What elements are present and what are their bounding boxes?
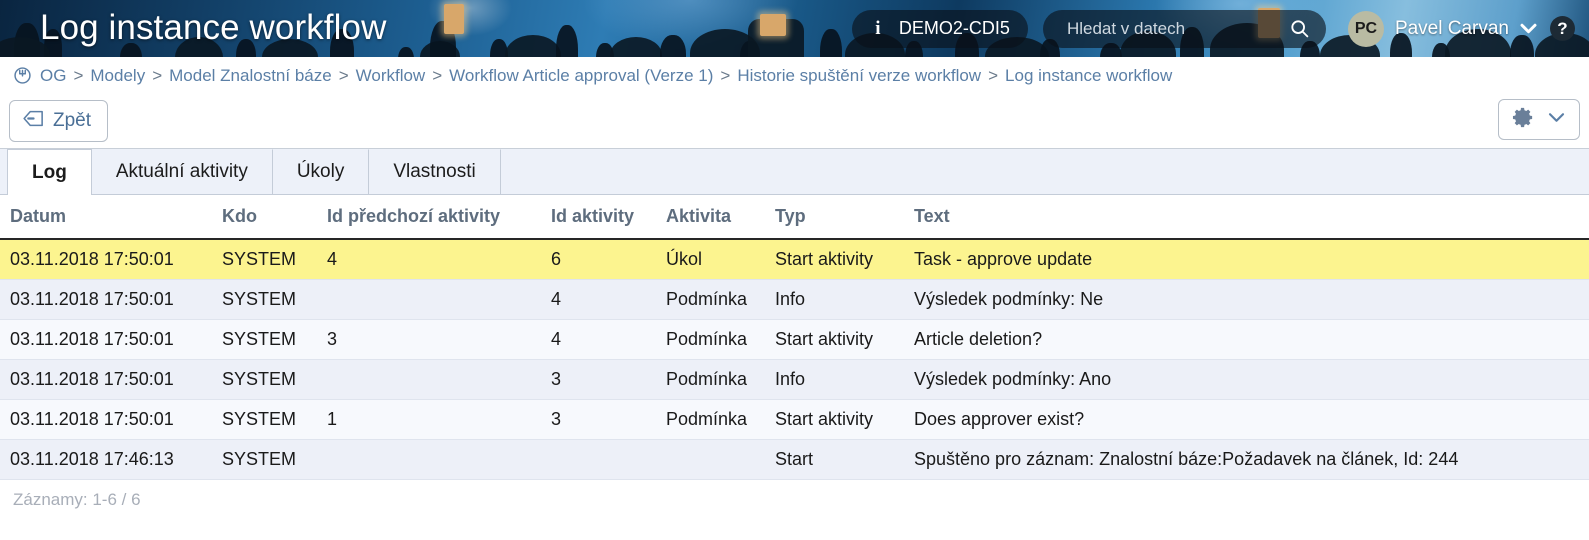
tab-bar: Log Aktuální aktivity Úkoly Vlastnosti <box>0 149 1589 195</box>
cell-aktivita: Podmínka <box>656 359 765 400</box>
breadcrumb-item-historie-spusteni[interactable]: Historie spuštění verze workflow <box>737 66 981 86</box>
cell-text: Výsledek podmínky: Ano <box>904 359 1589 400</box>
cell-datum: 03.11.2018 17:50:01 <box>0 319 212 360</box>
cell-id-predchozi-aktivity <box>317 439 541 480</box>
breadcrumb-separator: > <box>720 65 731 85</box>
cell-text: Does approver exist? <box>904 399 1589 440</box>
breadcrumb-item-og[interactable]: OG <box>40 66 66 86</box>
column-header-text[interactable]: Text <box>904 195 1589 240</box>
tab-log[interactable]: Log <box>7 149 92 195</box>
column-header-datum[interactable]: Datum <box>0 195 212 240</box>
cell-typ: Start aktivity <box>765 399 904 440</box>
breadcrumb: OG > Modely > Model Znalostní báze > Wor… <box>0 57 1589 94</box>
cell-datum: 03.11.2018 17:50:01 <box>0 239 212 280</box>
cell-text: Spuštěno pro záznam: Znalostní báze:Poža… <box>904 439 1589 480</box>
breadcrumb-item-workflow-article-approval[interactable]: Workflow Article approval (Verze 1) <box>449 66 713 86</box>
cell-id-predchozi-aktivity: 4 <box>317 239 541 280</box>
cell-aktivita: Podmínka <box>656 399 765 440</box>
search-box[interactable] <box>1042 9 1326 48</box>
table-row[interactable]: 03.11.2018 17:50:01 SYSTEM 1 3 Podmínka … <box>0 399 1589 440</box>
table-header-row: Datum Kdo Id předchozí aktivity Id aktiv… <box>0 195 1589 240</box>
column-header-id-aktivity[interactable]: Id aktivity <box>541 195 656 240</box>
breadcrumb-separator: > <box>432 65 443 85</box>
cell-kdo: SYSTEM <box>212 239 317 280</box>
cell-id-aktivity: 4 <box>541 319 656 360</box>
cell-kdo: SYSTEM <box>212 439 317 480</box>
cell-datum: 03.11.2018 17:46:13 <box>0 439 212 480</box>
search-input[interactable] <box>1064 17 1249 40</box>
column-header-id-predchozi-aktivity[interactable]: Id předchozí aktivity <box>317 195 541 240</box>
breadcrumb-item-modely[interactable]: Modely <box>90 66 145 86</box>
breadcrumb-item-log-instance-workflow: Log instance workflow <box>1005 65 1173 85</box>
cell-id-aktivity: 3 <box>541 359 656 400</box>
gear-icon <box>1512 106 1535 134</box>
chevron-down-icon[interactable] <box>1519 22 1538 35</box>
cell-id-predchozi-aktivity <box>317 279 541 320</box>
table-row[interactable]: 03.11.2018 17:46:13 SYSTEM Start Spuštěn… <box>0 439 1589 480</box>
tab-aktualni-aktivity[interactable]: Aktuální aktivity <box>91 149 273 194</box>
table-row[interactable]: 03.11.2018 17:50:01 SYSTEM 3 4 Podmínka … <box>0 319 1589 360</box>
environment-label: DEMO2-CDI5 <box>898 18 1010 38</box>
log-table: Datum Kdo Id předchozí aktivity Id aktiv… <box>0 195 1589 480</box>
cell-typ: Start aktivity <box>765 239 904 280</box>
cell-id-predchozi-aktivity <box>317 359 541 400</box>
cell-aktivita: Úkol <box>656 239 765 280</box>
toolbar: Zpět <box>0 94 1589 149</box>
tab-vlastnosti[interactable]: Vlastnosti <box>369 149 501 194</box>
breadcrumb-item-workflow[interactable]: Workflow <box>356 66 426 86</box>
environment-badge[interactable]: i DEMO2-CDI5 <box>851 9 1028 48</box>
page-title: Log instance workflow <box>40 8 387 47</box>
breadcrumb-separator: > <box>73 65 84 85</box>
info-icon: i <box>875 17 881 39</box>
cell-typ: Start <box>765 439 904 480</box>
power-home-icon[interactable] <box>13 66 32 85</box>
column-header-aktivita[interactable]: Aktivita <box>656 195 765 240</box>
breadcrumb-separator: > <box>152 65 163 85</box>
search-icon[interactable] <box>1289 18 1310 39</box>
settings-menu-button[interactable] <box>1498 99 1580 140</box>
cell-text: Výsledek podmínky: Ne <box>904 279 1589 320</box>
header-actions: i DEMO2-CDI5 PC Pavel Carvan ? <box>851 0 1581 57</box>
table-row[interactable]: 03.11.2018 17:50:01 SYSTEM 4 Podmínka In… <box>0 279 1589 320</box>
cell-aktivita <box>656 439 765 480</box>
help-icon[interactable]: ? <box>1550 16 1575 41</box>
app-header: Log instance workflow i DEMO2-CDI5 PC Pa… <box>0 0 1589 57</box>
cell-text: Article deletion? <box>904 319 1589 360</box>
user-name[interactable]: Pavel Carvan <box>1395 18 1509 40</box>
tab-ukoly[interactable]: Úkoly <box>272 149 370 194</box>
cell-aktivita: Podmínka <box>656 279 765 320</box>
breadcrumb-separator: > <box>338 65 349 85</box>
cell-id-predchozi-aktivity: 1 <box>317 399 541 440</box>
back-arrow-icon <box>22 109 45 134</box>
cell-typ: Info <box>765 359 904 400</box>
cell-kdo: SYSTEM <box>212 279 317 320</box>
cell-kdo: SYSTEM <box>212 359 317 400</box>
cell-id-aktivity <box>541 439 656 480</box>
column-header-kdo[interactable]: Kdo <box>212 195 317 240</box>
table-row[interactable]: 03.11.2018 17:50:01 SYSTEM 4 6 Úkol Star… <box>0 239 1589 280</box>
avatar[interactable]: PC <box>1347 10 1384 47</box>
breadcrumb-separator: > <box>988 65 999 85</box>
cell-datum: 03.11.2018 17:50:01 <box>0 359 212 400</box>
record-count-label: Záznamy: 1-6 / 6 <box>0 480 1589 510</box>
cell-typ: Info <box>765 279 904 320</box>
cell-kdo: SYSTEM <box>212 319 317 360</box>
cell-id-aktivity: 4 <box>541 279 656 320</box>
back-button-label: Zpět <box>53 110 92 131</box>
cell-datum: 03.11.2018 17:50:01 <box>0 279 212 320</box>
back-button[interactable]: Zpět <box>9 100 109 142</box>
cell-typ: Start aktivity <box>765 319 904 360</box>
breadcrumb-item-model-znalostni-baze[interactable]: Model Znalostní báze <box>169 66 332 86</box>
cell-text: Task - approve update <box>904 239 1589 280</box>
log-table-container: Datum Kdo Id předchozí aktivity Id aktiv… <box>0 195 1589 510</box>
chevron-down-icon <box>1547 111 1566 129</box>
cell-aktivita: Podmínka <box>656 319 765 360</box>
cell-id-aktivity: 3 <box>541 399 656 440</box>
table-row[interactable]: 03.11.2018 17:50:01 SYSTEM 3 Podmínka In… <box>0 359 1589 400</box>
cell-id-aktivity: 6 <box>541 239 656 280</box>
column-header-typ[interactable]: Typ <box>765 195 904 240</box>
cell-datum: 03.11.2018 17:50:01 <box>0 399 212 440</box>
cell-kdo: SYSTEM <box>212 399 317 440</box>
cell-id-predchozi-aktivity: 3 <box>317 319 541 360</box>
